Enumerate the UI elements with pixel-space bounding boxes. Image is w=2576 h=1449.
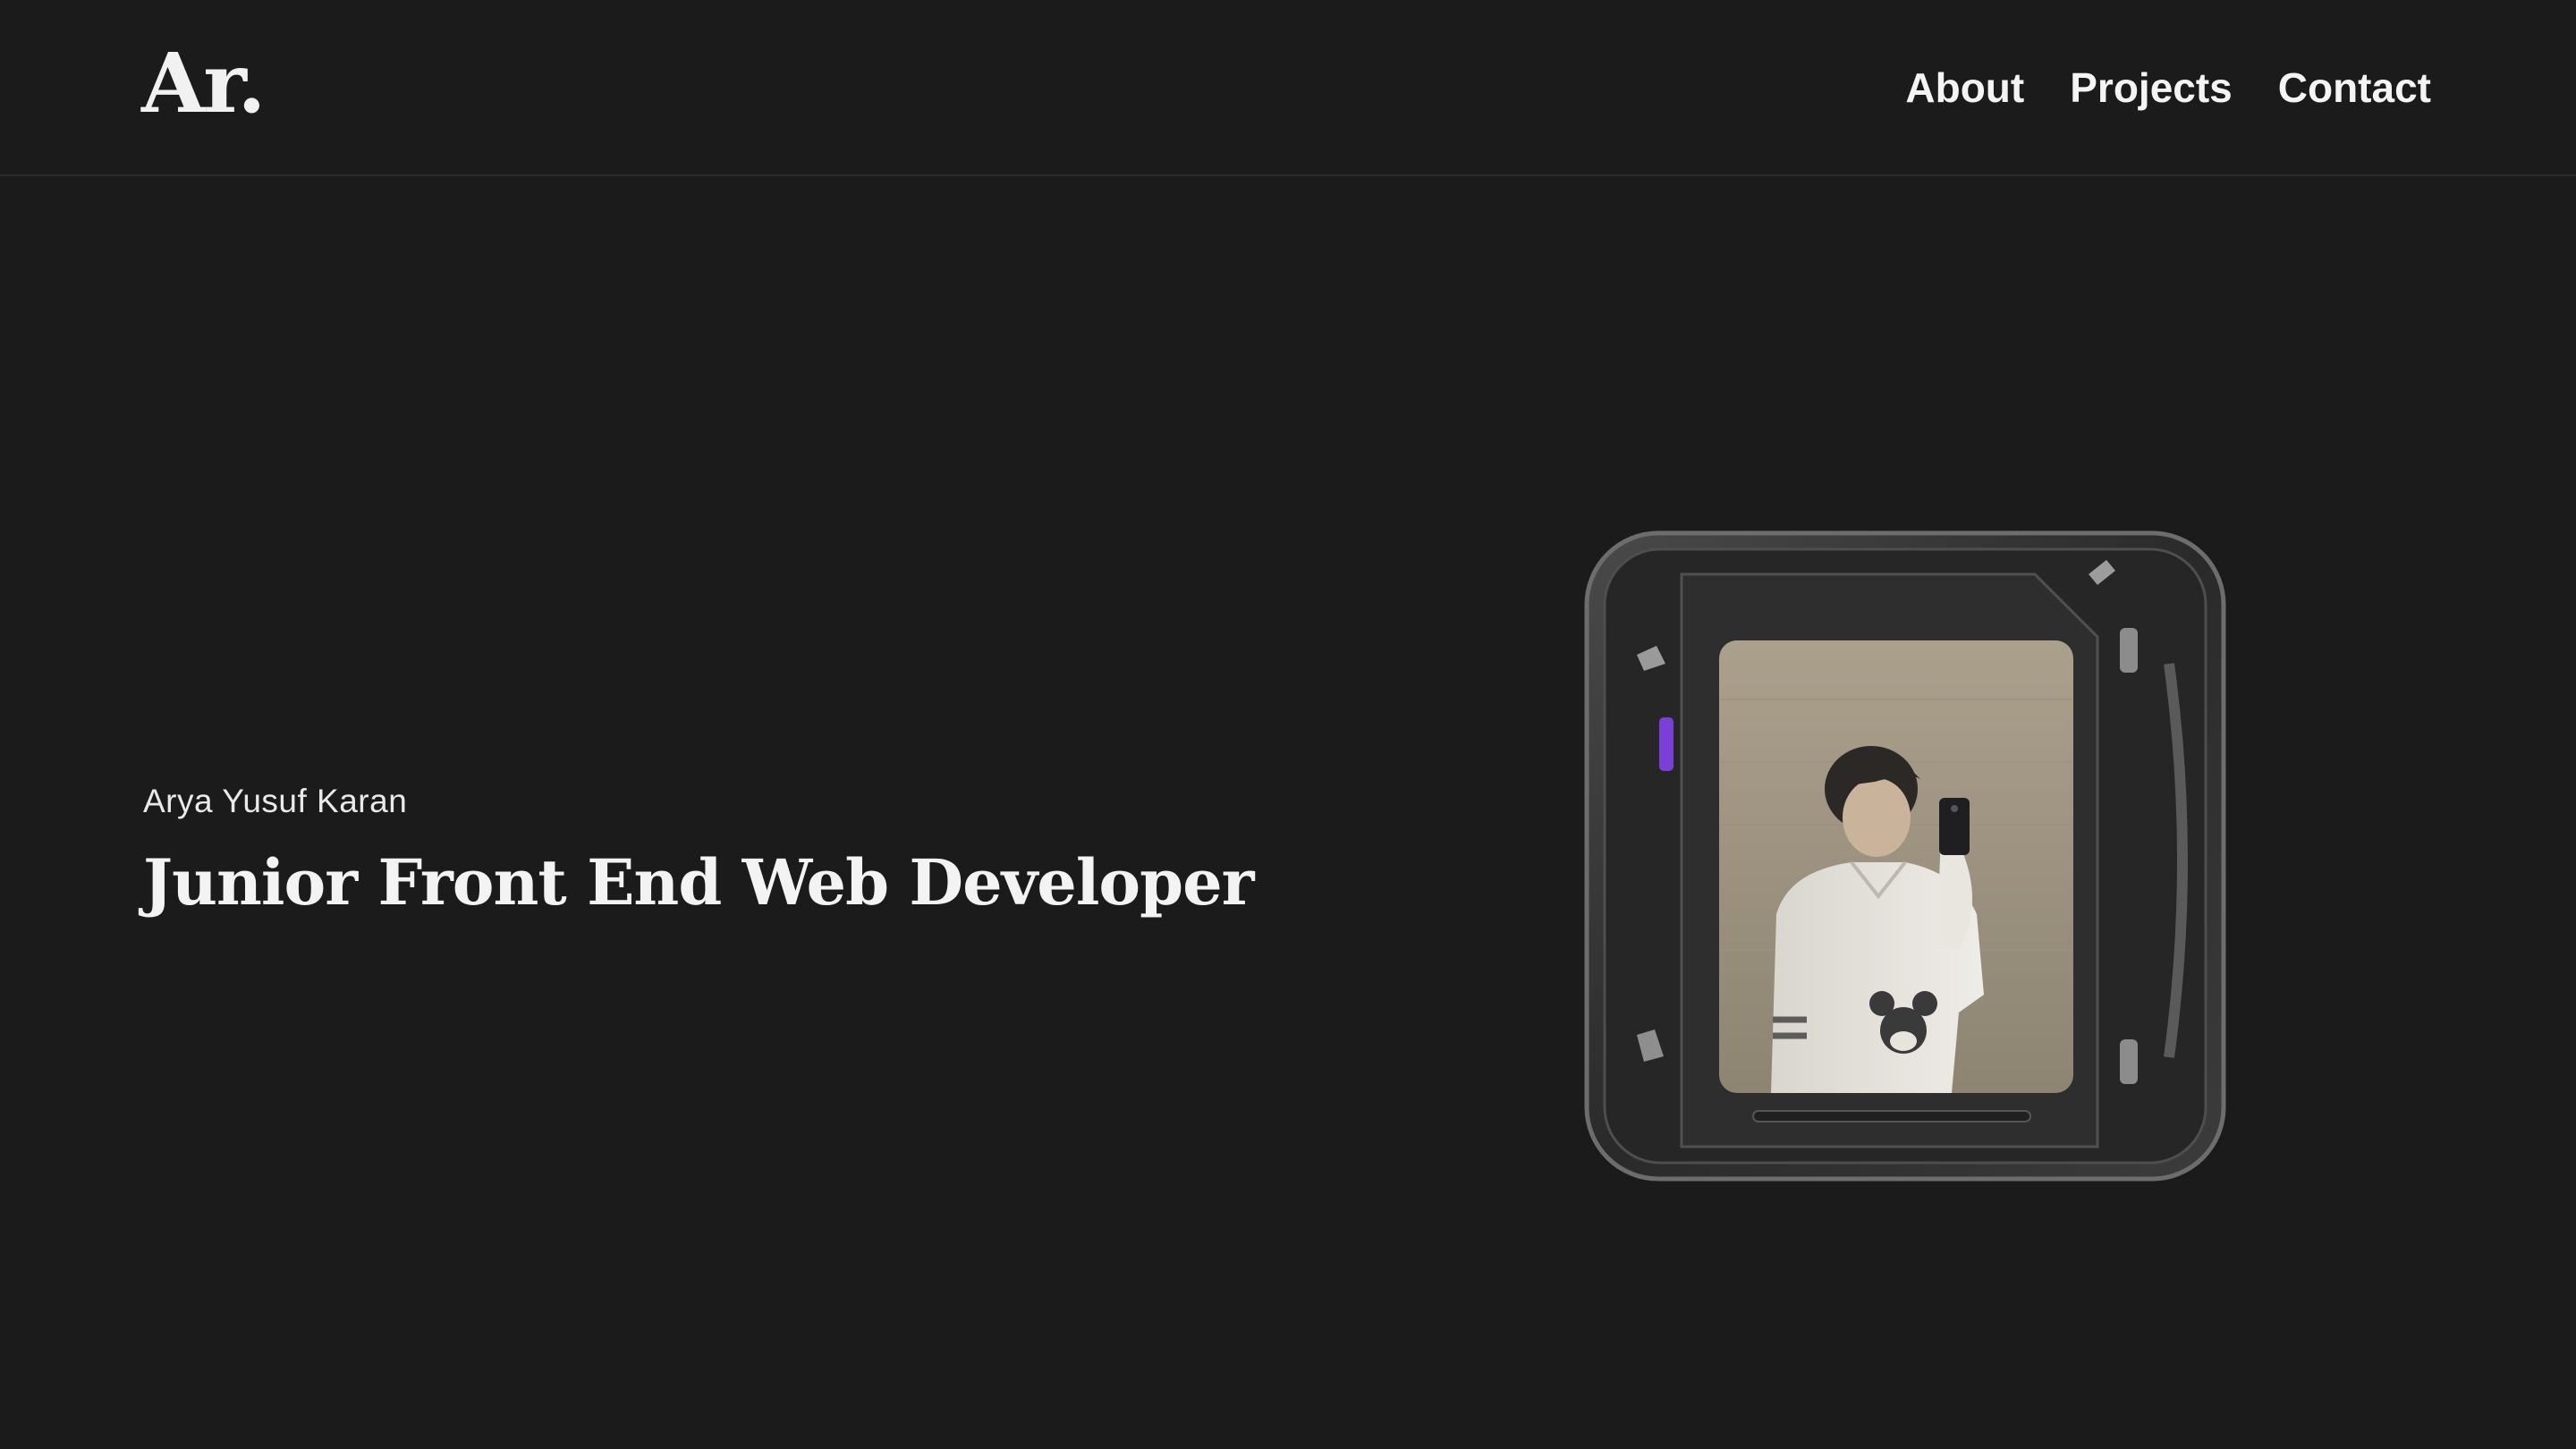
site-logo[interactable]: Ar. xyxy=(141,34,266,132)
nav-projects-link[interactable]: Projects xyxy=(2070,59,2233,116)
hero-intro: Arya Yusuf Karan Junior Front End Web De… xyxy=(143,778,1254,921)
nav-about-link[interactable]: About xyxy=(1905,59,2024,116)
nav-contact-link[interactable]: Contact xyxy=(2278,59,2431,116)
profile-photo-frame xyxy=(1584,530,2226,1182)
author-name: Arya Yusuf Karan xyxy=(143,783,408,819)
site-header: Ar. About Projects Contact xyxy=(0,0,2576,176)
profile-photo-card xyxy=(1583,530,2227,1182)
main-nav: About Projects Contact xyxy=(1905,59,2431,116)
job-title: Junior Front End Web Developer xyxy=(143,845,1254,919)
